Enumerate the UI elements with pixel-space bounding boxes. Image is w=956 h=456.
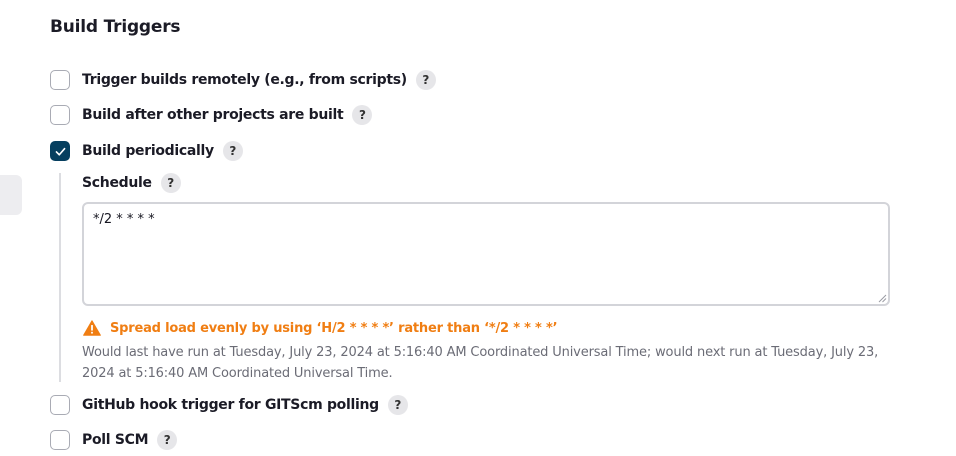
github-hook-label[interactable]: GitHub hook trigger for GITScm polling xyxy=(82,397,379,413)
resize-grip-icon[interactable] xyxy=(878,294,887,303)
build-periodically-checkbox[interactable] xyxy=(50,141,70,161)
trigger-remote-label[interactable]: Trigger builds remotely (e.g., from scri… xyxy=(82,72,407,88)
help-icon[interactable]: ? xyxy=(222,141,243,161)
poll-scm-label[interactable]: Poll SCM xyxy=(82,432,149,448)
schedule-warning: Spread load evenly by using ‘H/2 * * * *… xyxy=(83,320,558,336)
warning-text: Spread load evenly by using ‘H/2 * * * *… xyxy=(110,320,558,336)
trigger-remote-checkbox[interactable] xyxy=(50,70,70,90)
section-title: Build Triggers xyxy=(50,17,181,37)
build-after-other-checkbox[interactable] xyxy=(50,105,70,125)
build-after-other-label[interactable]: Build after other projects are built xyxy=(82,107,344,123)
schedule-run-info: Would last have run at Tuesday, July 23,… xyxy=(82,345,879,381)
check-icon xyxy=(55,147,65,156)
help-icon[interactable]: ? xyxy=(352,105,373,125)
poll-scm-checkbox[interactable] xyxy=(50,430,70,450)
schedule-input[interactable]: */2 * * * * xyxy=(82,202,890,306)
build-periodically-option: Build periodically ? xyxy=(50,141,243,161)
help-icon[interactable]: ? xyxy=(157,430,178,450)
build-after-other-option: Build after other projects are built ? xyxy=(50,105,373,125)
help-icon[interactable]: ? xyxy=(387,395,408,415)
schedule-label: Schedule xyxy=(82,175,152,191)
schedule-label-row: Schedule ? xyxy=(82,173,181,193)
warning-triangle-icon xyxy=(83,320,101,336)
poll-scm-option: Poll SCM ? xyxy=(50,430,178,450)
github-hook-checkbox[interactable] xyxy=(50,395,70,415)
build-periodically-label[interactable]: Build periodically xyxy=(82,143,214,159)
help-icon[interactable]: ? xyxy=(160,173,181,193)
side-panel-tab[interactable] xyxy=(0,175,22,215)
github-hook-option: GitHub hook trigger for GITScm polling ? xyxy=(50,395,408,415)
nested-section-indicator xyxy=(59,173,61,382)
help-icon[interactable]: ? xyxy=(415,70,436,90)
trigger-remote-option: Trigger builds remotely (e.g., from scri… xyxy=(50,70,436,90)
